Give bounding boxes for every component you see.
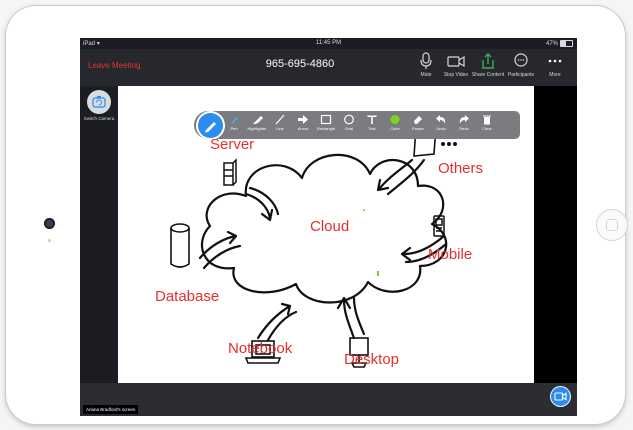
switch-camera-button[interactable] <box>87 90 111 114</box>
meeting-id: 965-695-4860 <box>265 58 335 70</box>
video-view-button[interactable] <box>551 387 570 406</box>
tool-redo[interactable]: Redo <box>452 114 476 131</box>
database-icon <box>170 223 190 268</box>
server-icon <box>223 158 237 186</box>
tool-text[interactable]: Text <box>360 114 384 131</box>
battery-icon <box>560 40 573 47</box>
label-mobile: Mobile <box>428 246 473 263</box>
label-desktop: Desktop <box>344 351 400 368</box>
left-panel: Switch Camera <box>80 86 118 386</box>
microphone-icon <box>420 52 432 69</box>
more-dots-icon <box>548 59 562 63</box>
clock: 11:45 PM <box>315 40 342 46</box>
battery-fill <box>561 41 567 46</box>
tool-undo[interactable]: Undo <box>429 114 453 131</box>
tool-oval[interactable]: Oval <box>337 114 361 131</box>
screen-owner-label: Ariana Bradford's screen <box>83 405 139 414</box>
tool-rectangle[interactable]: Rectangle <box>314 114 338 131</box>
status-bar: iPad ▾ 11:45 PM 47% <box>80 38 577 49</box>
redo-icon <box>459 115 469 124</box>
undo-icon <box>436 115 446 124</box>
label-cloud: Cloud <box>310 218 350 235</box>
server-arrow <box>244 192 272 220</box>
meeting-top-bar: Leave Meeting 965-695-4860 Mute Stop Vid… <box>80 49 577 86</box>
eraser-icon <box>414 116 422 124</box>
share-upload-icon <box>482 53 494 69</box>
video-camera-icon <box>447 55 465 68</box>
pencil-icon <box>205 122 216 133</box>
label-others: Others <box>438 160 484 177</box>
others-arrow <box>378 158 414 190</box>
label-server: Server <box>210 136 255 153</box>
tool-color[interactable]: Color <box>383 114 407 131</box>
color-icon <box>390 115 400 124</box>
screen: iPad ▾ 11:45 PM 47% Leave Meeting 965-69… <box>80 38 577 416</box>
tool-eraser[interactable]: Eraser <box>406 114 430 131</box>
home-button[interactable] <box>596 209 628 241</box>
battery-percent: 47% <box>545 40 558 47</box>
sensor-dot <box>48 239 51 242</box>
tool-highlighter[interactable]: Highlighter <box>245 114 269 131</box>
more-button[interactable]: More <box>535 52 575 78</box>
highlighter-icon <box>253 116 263 124</box>
label-notebook: Notebook <box>228 340 293 357</box>
tool-line[interactable]: Line <box>268 114 292 131</box>
ipad-frame: iPad ▾ 11:45 PM 47% Leave Meeting 965-69… <box>6 6 628 424</box>
label-database: Database <box>155 288 220 305</box>
tool-arrow[interactable]: Arrow <box>291 114 315 131</box>
text-icon <box>367 115 377 124</box>
notebook-arrow <box>256 304 292 340</box>
shared-screen-whiteboard[interactable]: Pen Highlighter Line Arrow Rectangle Ova… <box>118 86 534 383</box>
oval-icon <box>344 114 354 125</box>
pen-icon <box>231 117 238 124</box>
line-icon <box>275 114 285 125</box>
right-black-strip <box>534 86 577 383</box>
annotate-pen-button[interactable] <box>198 113 223 138</box>
switch-camera-label: Switch Camera <box>83 116 115 121</box>
rectangle-icon <box>320 114 332 125</box>
participants-icon <box>514 53 528 67</box>
trash-icon <box>483 115 491 125</box>
tool-clear[interactable]: Clear <box>475 114 499 131</box>
video-camera-icon <box>554 392 567 401</box>
switch-camera-icon <box>92 96 106 108</box>
tool-pen[interactable]: Pen <box>222 114 246 131</box>
leave-meeting-button[interactable]: Leave Meeting <box>88 61 140 70</box>
front-camera-icon <box>44 218 55 229</box>
arrow-icon <box>298 115 308 124</box>
bottom-bar: Ariana Bradford's screen <box>80 383 577 416</box>
